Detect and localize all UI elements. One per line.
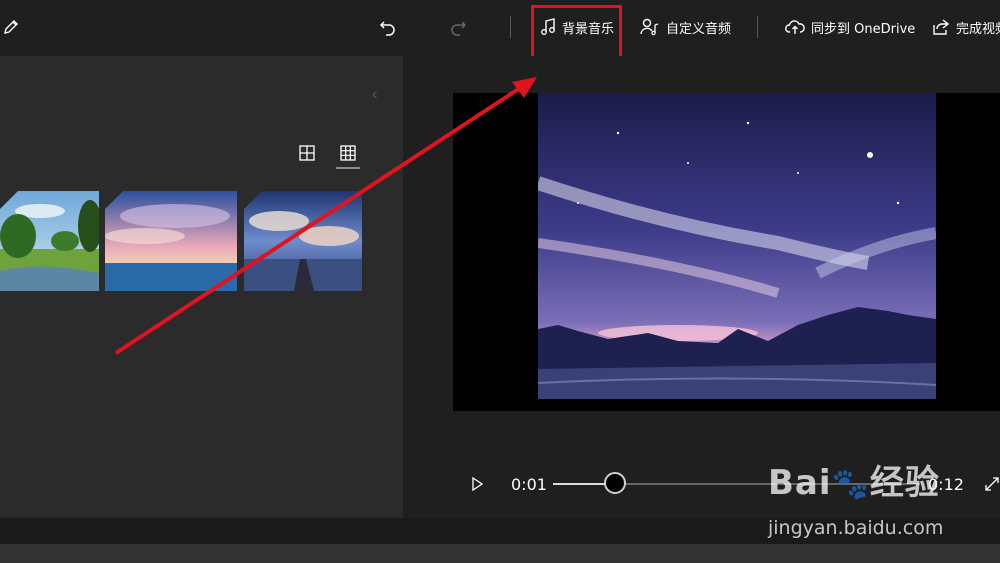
storyboard-area [0, 544, 1000, 563]
thumbnail-fold [0, 191, 18, 209]
play-button[interactable] [469, 475, 485, 493]
media-thumbnail-landscape[interactable] [0, 191, 99, 291]
watermark-url: jingyan.baidu.com [768, 517, 944, 539]
cloud-upload-icon [785, 18, 805, 36]
redo-icon [448, 17, 468, 37]
finish-video-button[interactable]: 完成视频 [932, 14, 1000, 40]
toolbar: 背景音乐 自定义音频 同步到 OneDrive 完成视频 [0, 0, 1000, 56]
watermark-brand-left: Bai [768, 463, 832, 503]
sync-onedrive-label: 同步到 OneDrive [811, 21, 916, 37]
pencil-icon [2, 18, 20, 36]
highlight-box [531, 5, 622, 61]
baidu-watermark: Bai🐾经验 jingyan.baidu.com [768, 455, 1000, 545]
undo-button[interactable] [378, 14, 398, 40]
undo-icon [378, 17, 398, 37]
toolbar-separator [757, 16, 758, 38]
custom-audio-label: 自定义音频 [666, 21, 732, 37]
paw-logo-icon: 🐾 [831, 467, 870, 502]
watermark-brand-right: 经验 [869, 463, 940, 503]
collapse-chevron-icon[interactable]: ‹ [371, 84, 378, 105]
night-sky-image [538, 93, 936, 399]
small-grid-icon [340, 145, 356, 161]
video-preview-image [538, 93, 936, 399]
person-audio-icon [640, 17, 660, 37]
thumbnail-fold [244, 191, 262, 209]
share-export-icon [932, 18, 950, 36]
media-thumbnail-sunset-sea[interactable] [105, 191, 237, 291]
sync-onedrive-button[interactable]: 同步到 OneDrive [785, 14, 915, 40]
seek-thumb[interactable] [604, 472, 626, 494]
redo-button[interactable] [448, 14, 468, 40]
media-thumbnail-cloud-pier[interactable] [244, 191, 362, 291]
toolbar-separator [510, 16, 511, 38]
thumbnail-fold [105, 191, 123, 209]
large-grid-view-button[interactable] [298, 144, 316, 162]
large-grid-icon [299, 145, 315, 161]
edit-button[interactable] [2, 14, 20, 40]
small-grid-view-button[interactable] [339, 144, 357, 162]
watermark-brand: Bai🐾经验 [768, 455, 940, 504]
current-time: 0:01 [511, 475, 547, 494]
active-view-indicator [336, 167, 360, 169]
sunset-sea-image [105, 191, 237, 291]
finish-video-label: 完成视频 [956, 21, 1000, 37]
play-icon [472, 476, 484, 492]
media-library-panel: ‹ [0, 56, 403, 518]
custom-audio-button[interactable]: 自定义音频 [640, 14, 731, 40]
